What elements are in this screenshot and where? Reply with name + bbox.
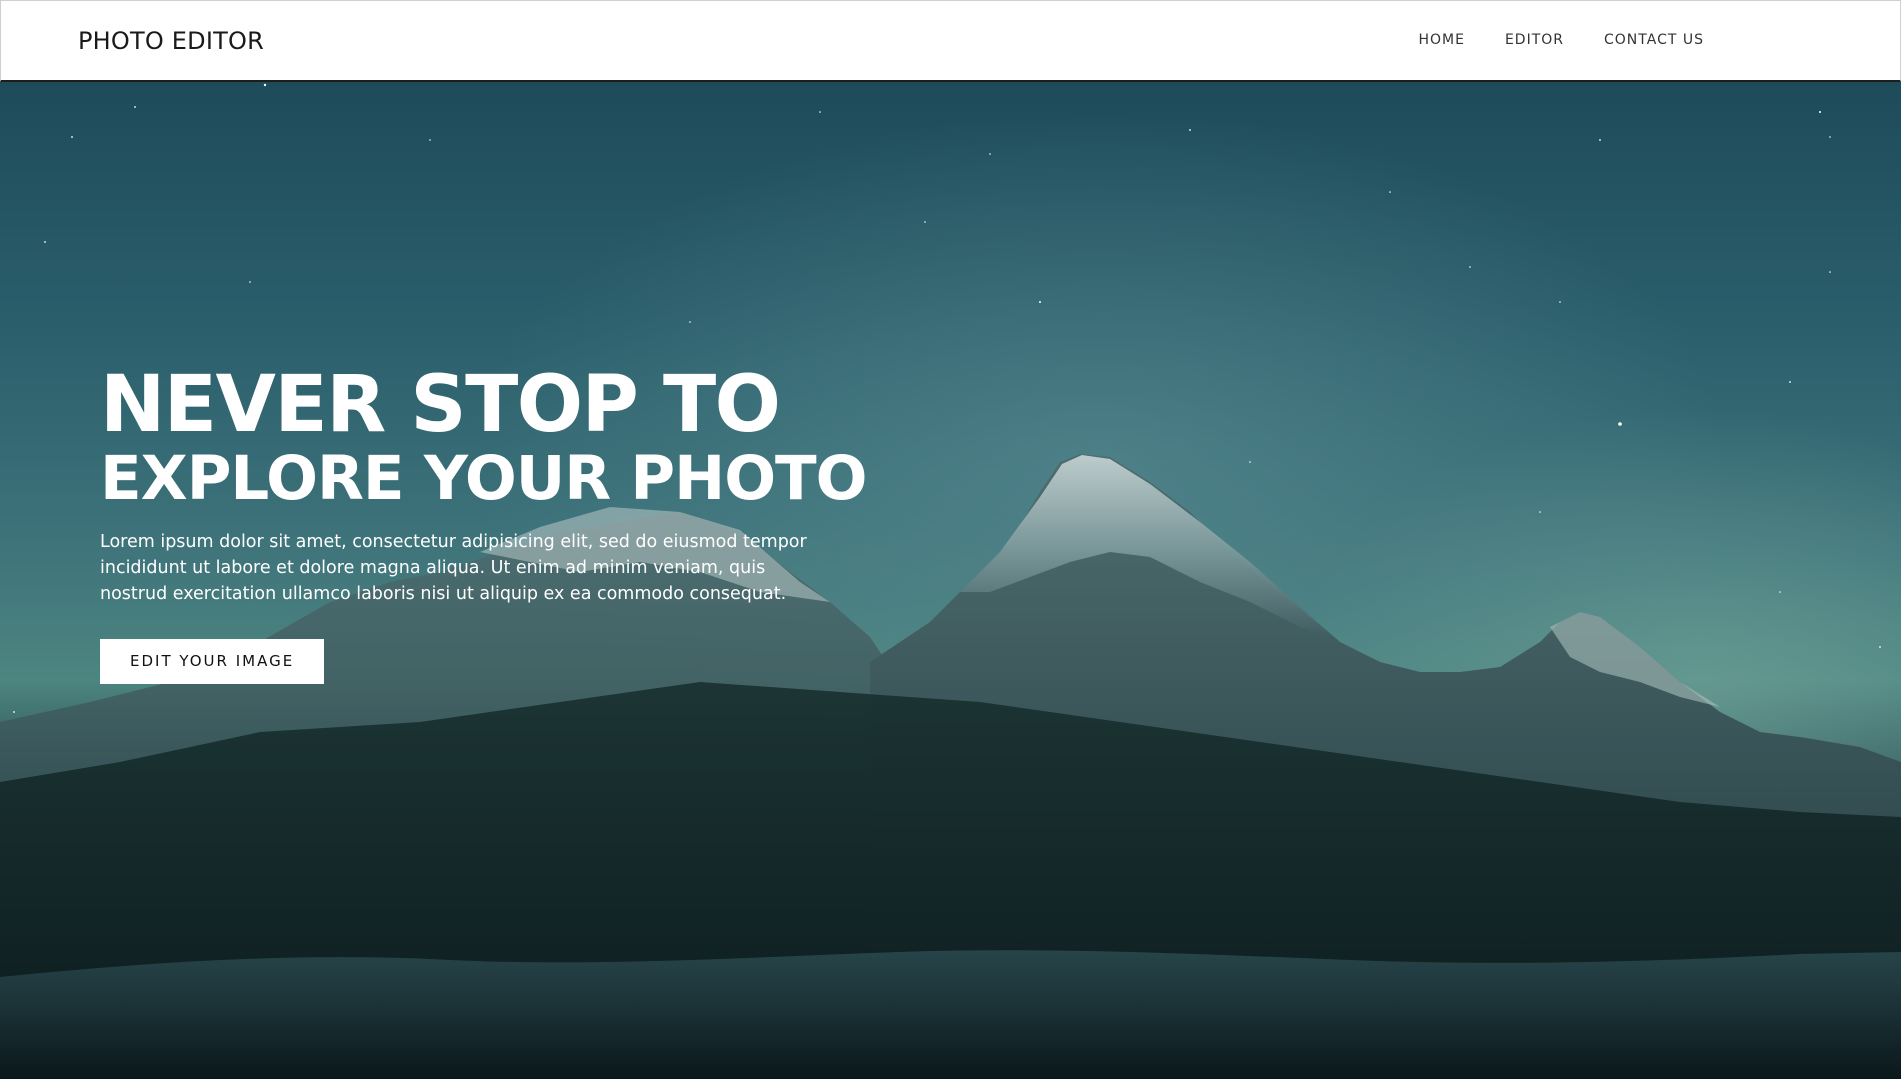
cloud-layer (0, 950, 1901, 1079)
main-nav: HOME EDITOR CONTACT US (1378, 32, 1704, 48)
page: PHOTO EDITOR HOME EDITOR CONTACT US NEVE… (0, 0, 1901, 1079)
hero-description: Lorem ipsum dolor sit amet, consectetur … (100, 532, 807, 604)
hero-section: NEVER STOP TO EXPLORE YOUR PHOTO Lorem i… (0, 82, 1901, 1079)
nav-link-home[interactable]: HOME (1418, 32, 1464, 48)
nav-link-editor[interactable]: EDITOR (1505, 32, 1564, 48)
nav-link-contact-us[interactable]: CONTACT US (1604, 32, 1704, 48)
hero-content: NEVER STOP TO EXPLORE YOUR PHOTO Lorem i… (100, 360, 868, 684)
brand-logo-text[interactable]: PHOTO EDITOR (78, 27, 264, 55)
hero-headline-line-1: NEVER STOP TO (100, 360, 781, 450)
site-header: PHOTO EDITOR HOME EDITOR CONTACT US (0, 0, 1901, 82)
hero-headline-line-2: EXPLORE YOUR PHOTO (100, 443, 868, 514)
edit-your-image-button[interactable]: EDIT YOUR IMAGE (100, 639, 325, 684)
